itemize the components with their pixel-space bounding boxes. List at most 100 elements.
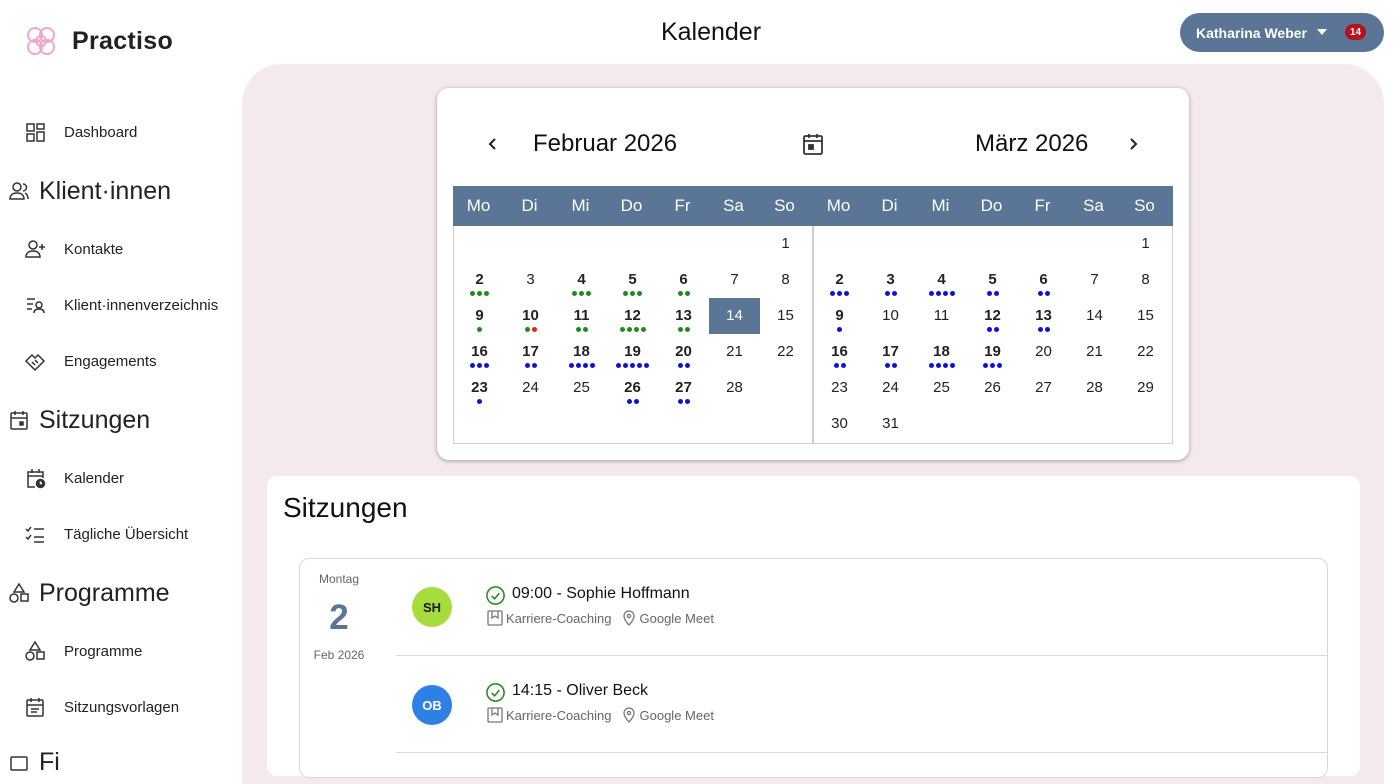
chevron-left-icon[interactable] [481, 132, 505, 156]
weekday-label: So [1134, 196, 1155, 215]
event-dot [997, 363, 1002, 368]
calendar-day[interactable]: 16 [454, 334, 505, 370]
calendar-day[interactable]: 21 [1069, 334, 1120, 370]
calendar-day[interactable]: 22 [760, 334, 811, 370]
sidebar-item-label: Programme [64, 642, 143, 660]
event-dot [942, 363, 948, 368]
month-title-march: März 2026 [975, 130, 1089, 157]
calendar-day[interactable]: 5 [607, 262, 658, 298]
calendar-day[interactable]: 1 [760, 226, 811, 262]
avatar[interactable]: OB [412, 685, 452, 725]
calendar-day[interactable]: 12 [607, 298, 658, 334]
sidebar-item-programs[interactable]: Programme [24, 635, 142, 667]
event-dot [623, 363, 628, 368]
calendar-day[interactable]: 24 [865, 370, 916, 406]
calendar-day[interactable]: 3 [865, 262, 916, 298]
calendar-day[interactable]: 15 [760, 298, 811, 334]
handshake-icon [24, 353, 46, 372]
calendar-day[interactable]: 12 [967, 298, 1018, 334]
event-dot [616, 363, 621, 368]
calendar-day[interactable]: 28 [1069, 370, 1120, 406]
sidebar-item-engagements[interactable]: Engagements [24, 345, 157, 377]
calendar-day[interactable]: 20 [658, 334, 709, 370]
calendar-day[interactable]: 30 [814, 406, 865, 442]
calendar-day[interactable]: 7 [1069, 262, 1120, 298]
calendar-day[interactable]: 2 [454, 262, 505, 298]
event-dots [454, 291, 505, 296]
calendar-day[interactable]: 1 [1120, 226, 1171, 262]
sidebar-item-contacts[interactable]: Kontakte [24, 233, 123, 265]
calendar-day[interactable]: 5 [967, 262, 1018, 298]
avatar[interactable]: SH [412, 587, 452, 627]
calendar-day[interactable]: 4 [556, 262, 607, 298]
calendar-day[interactable]: 7 [709, 262, 760, 298]
calendar-day[interactable]: 16 [814, 334, 865, 370]
calendar-day[interactable]: 17 [865, 334, 916, 370]
event-dots [916, 363, 967, 368]
event-dot [935, 363, 941, 368]
calendar-day[interactable]: 25 [916, 370, 967, 406]
calendar-day[interactable]: 6 [1018, 262, 1069, 298]
calendar-day[interactable]: 13 [1018, 298, 1069, 334]
calendar-day[interactable]: 17 [505, 334, 556, 370]
sidebar-item-client-directory[interactable]: Klient·innenverzeichnis [24, 289, 218, 321]
calendar-day[interactable]: 20 [1018, 334, 1069, 370]
calendar-day[interactable]: 14 [1069, 298, 1120, 334]
calendar-day[interactable]: 4 [916, 262, 967, 298]
sidebar-item-session-templates[interactable]: Sitzungsvorlagen [24, 691, 179, 723]
event-dot [572, 291, 577, 296]
calendar-day[interactable]: 25 [556, 370, 607, 406]
calendar-day[interactable]: 9 [814, 298, 865, 334]
sidebar-item-daily-overview[interactable]: Tägliche Übersicht [24, 518, 188, 550]
calendar-day[interactable]: 9 [454, 298, 505, 334]
weekday-label: Di [521, 196, 538, 215]
day-number: 17 [882, 343, 899, 360]
calendar-day[interactable]: 23 [814, 370, 865, 406]
calendar-day[interactable]: 24 [505, 370, 556, 406]
calendar-day[interactable]: 23 [454, 370, 505, 406]
calendar-day[interactable]: 26 [607, 370, 658, 406]
event-dot [484, 291, 489, 296]
calendar-day[interactable]: 19 [967, 334, 1018, 370]
calendar-day[interactable]: 13 [658, 298, 709, 334]
calendar-day[interactable]: 11 [916, 298, 967, 334]
calendar-day[interactable]: 27 [658, 370, 709, 406]
calendar-day[interactable]: 11 [556, 298, 607, 334]
session-program: Karriere-Coaching [506, 707, 612, 723]
day-number: 19 [624, 343, 641, 360]
calendar-day[interactable]: 2 [814, 262, 865, 298]
user-menu-button[interactable]: Katharina Weber 14 [1180, 13, 1384, 52]
calendar-day[interactable]: 6 [658, 262, 709, 298]
calendar-day[interactable]: 8 [760, 262, 811, 298]
calendar-day[interactable]: 19 [607, 334, 658, 370]
event-dots [967, 327, 1018, 332]
calendar-picker-icon[interactable] [800, 131, 826, 157]
sidebar-item-label: Kontakte [64, 240, 124, 258]
day-number: 22 [1137, 343, 1154, 360]
calendar-day[interactable]: 8 [1120, 262, 1171, 298]
day-number: 7 [1090, 271, 1099, 288]
session-title[interactable]: 09:00 - Sophie Hoffmann [512, 585, 690, 603]
calendar-day[interactable]: 28 [709, 370, 760, 406]
calendar-day[interactable]: 29 [1120, 370, 1171, 406]
calendar-day[interactable]: 26 [967, 370, 1018, 406]
session-title[interactable]: 14:15 - Oliver Beck [512, 682, 648, 700]
calendar-day[interactable]: 10 [865, 298, 916, 334]
event-dot [582, 327, 588, 332]
calendar-day[interactable]: 14 [709, 298, 760, 334]
calendar-day[interactable]: 3 [505, 262, 556, 298]
calendar-day[interactable]: 27 [1018, 370, 1069, 406]
calendar-day[interactable]: 21 [709, 334, 760, 370]
event-dot [942, 291, 948, 296]
sidebar-item-calendar[interactable]: Kalender [24, 462, 124, 494]
users-icon [9, 182, 29, 200]
sidebar-item-dashboard[interactable]: Dashboard [24, 116, 137, 148]
calendar-day[interactable]: 15 [1120, 298, 1171, 334]
chevron-right-icon[interactable] [1121, 132, 1145, 156]
calendar-day[interactable]: 31 [865, 406, 916, 442]
calendar-day[interactable]: 18 [916, 334, 967, 370]
calendar-day[interactable]: 18 [556, 334, 607, 370]
calendar-day[interactable]: 22 [1120, 334, 1171, 370]
calendar-day[interactable]: 10 [505, 298, 556, 334]
event-dot [891, 291, 897, 296]
